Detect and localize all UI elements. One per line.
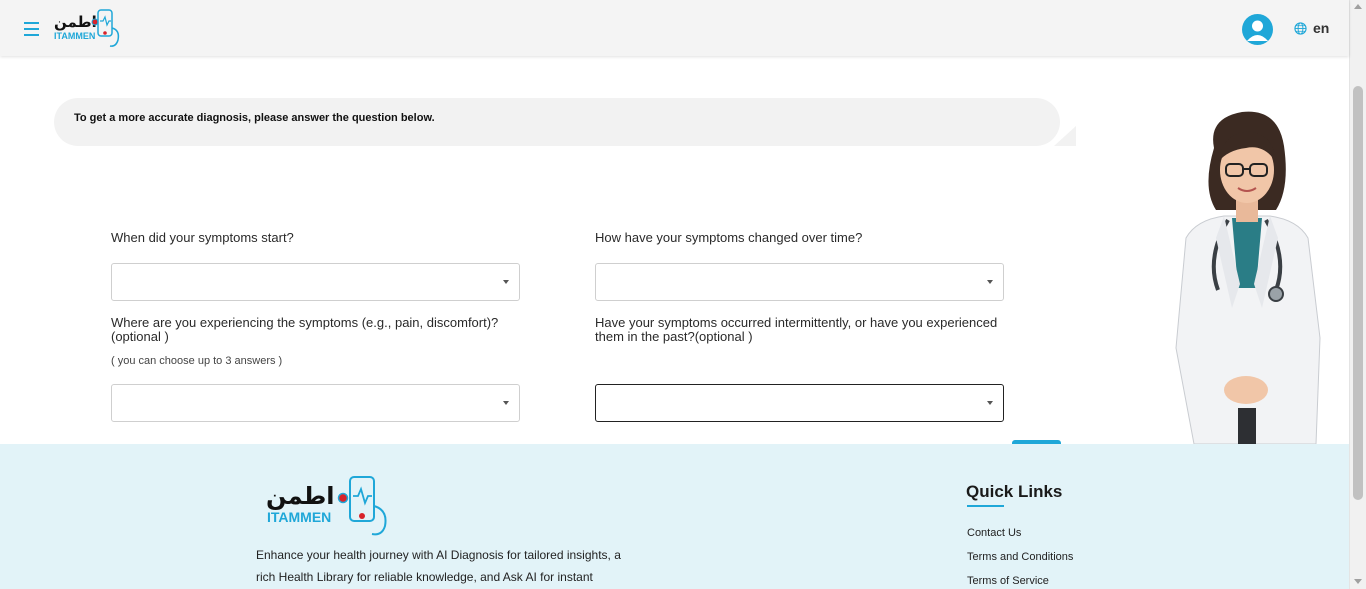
question-symptoms-start-label: When did your symptoms start? bbox=[111, 230, 294, 245]
logo-arabic-text: اطمن bbox=[54, 13, 97, 31]
site-footer: اطمن ITAMMEN Enhance your health journey… bbox=[0, 444, 1349, 589]
scroll-up-arrow-icon[interactable] bbox=[1354, 4, 1362, 9]
scroll-down-arrow-icon[interactable] bbox=[1354, 579, 1362, 584]
page-scrollbar[interactable] bbox=[1349, 0, 1366, 589]
user-avatar-icon[interactable] bbox=[1242, 14, 1273, 45]
globe-icon bbox=[1294, 21, 1307, 35]
footer-link-terms-of-service[interactable]: Terms of Service bbox=[967, 575, 1049, 587]
footer-link-terms-and-conditions[interactable]: Terms and Conditions bbox=[967, 551, 1073, 563]
doctor-illustration bbox=[1166, 108, 1328, 445]
language-selector[interactable]: en bbox=[1294, 20, 1329, 36]
symptoms-intermittent-select[interactable] bbox=[595, 384, 1004, 422]
scrollbar-thumb[interactable] bbox=[1353, 86, 1363, 500]
footer-description: Enhance your health journey with AI Diag… bbox=[256, 548, 621, 584]
symptoms-start-select[interactable] bbox=[111, 263, 520, 301]
assistant-message-bubble: To get a more accurate diagnosis, please… bbox=[54, 98, 1060, 146]
caret-down-icon bbox=[503, 401, 509, 405]
caret-down-icon bbox=[987, 280, 993, 284]
question-symptoms-location-label: Where are you experiencing the symptoms … bbox=[111, 315, 499, 344]
hamburger-menu-icon[interactable] bbox=[24, 18, 42, 38]
assistant-message-text: To get a more accurate diagnosis, please… bbox=[74, 112, 435, 124]
quick-links-title: Quick Links bbox=[966, 482, 1063, 501]
logo-latin-text: ITAMMEN bbox=[54, 31, 95, 41]
footer-logo-latin-text: ITAMMEN bbox=[267, 509, 331, 525]
footer-link-contact-us[interactable]: Contact Us bbox=[967, 527, 1021, 539]
symptoms-location-hint: ( you can choose up to 3 answers ) bbox=[111, 355, 283, 367]
footer-itammen-logo: اطمن ITAMMEN bbox=[264, 474, 392, 538]
symptoms-location-select[interactable] bbox=[111, 384, 520, 422]
question-symptoms-intermittent-label: Have your symptoms occurred intermittent… bbox=[595, 315, 998, 344]
itammen-logo[interactable]: اطمن ITAMMEN bbox=[52, 8, 124, 50]
caret-down-icon bbox=[503, 280, 509, 284]
question-symptoms-changed-label: How have your symptoms changed over time… bbox=[595, 230, 863, 245]
language-label: en bbox=[1313, 20, 1330, 36]
footer-logo-arabic-text: اطمن bbox=[266, 482, 335, 510]
quick-links-underline bbox=[967, 505, 1004, 507]
caret-down-icon bbox=[987, 401, 993, 405]
symptoms-change-select[interactable] bbox=[595, 263, 1004, 301]
bubble-tail bbox=[1054, 126, 1076, 146]
top-header: اطمن ITAMMEN en bbox=[0, 0, 1349, 56]
